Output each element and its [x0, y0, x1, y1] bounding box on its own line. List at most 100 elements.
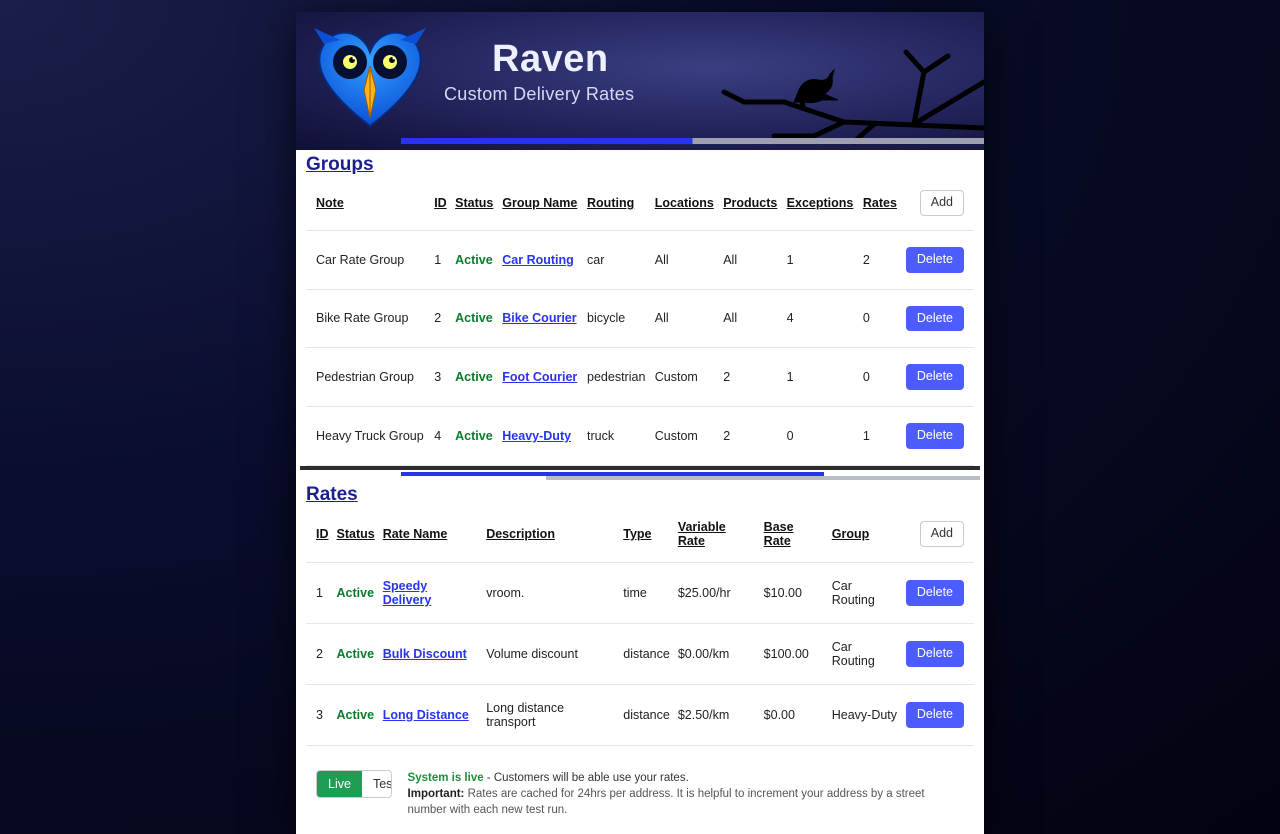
cell-rates: 1	[859, 407, 902, 466]
delete-rate-button[interactable]: Delete	[906, 641, 964, 667]
rate-name-link[interactable]: Speedy Delivery	[383, 579, 432, 607]
logo-owl-heart-icon	[306, 22, 434, 132]
cell-status: Active	[333, 562, 379, 623]
table-row: 3ActiveLong DistanceLong distance transp…	[306, 684, 974, 745]
col-status: Status	[333, 510, 379, 563]
cell-group: Car Routing	[828, 623, 902, 684]
table-row: 1ActiveSpeedy Deliveryvroom.time$25.00/h…	[306, 562, 974, 623]
add-group-button[interactable]: Add	[920, 190, 964, 216]
col-note: Note	[306, 180, 430, 230]
cell-status: Active	[451, 230, 498, 289]
col-variable-rate: Variable Rate	[674, 510, 760, 563]
cell-id: 3	[430, 348, 451, 407]
delete-group-button[interactable]: Delete	[906, 247, 964, 273]
cell-group: Heavy-Duty	[828, 684, 902, 745]
cell-base-rate: $10.00	[760, 562, 828, 623]
cell-note: Car Rate Group	[306, 230, 430, 289]
cell-status: Active	[451, 407, 498, 466]
group-name-link[interactable]: Foot Courier	[502, 370, 577, 384]
cell-id: 3	[306, 684, 333, 745]
col-description: Description	[482, 510, 619, 563]
brand-subtitle: Custom Delivery Rates	[444, 84, 634, 105]
delete-group-button[interactable]: Delete	[906, 423, 964, 449]
cell-note: Heavy Truck Group	[306, 407, 430, 466]
col-rates: Rates	[859, 180, 902, 230]
status-note-rest: Rates are cached for 24hrs per address. …	[408, 788, 925, 816]
cell-description: Long distance transport	[482, 684, 619, 745]
cell-id: 1	[430, 230, 451, 289]
table-row: 2ActiveBulk DiscountVolume discountdista…	[306, 623, 974, 684]
group-name-link[interactable]: Heavy-Duty	[502, 429, 571, 443]
cell-note: Pedestrian Group	[306, 348, 430, 407]
cell-locations: Custom	[651, 407, 719, 466]
cell-status: Active	[451, 289, 498, 348]
cell-products: All	[719, 289, 782, 348]
rate-name-link[interactable]: Bulk Discount	[383, 647, 467, 661]
cell-products: All	[719, 230, 782, 289]
status-note-bold: Important:	[408, 788, 465, 800]
cell-products: 2	[719, 407, 782, 466]
section-separator	[296, 466, 984, 480]
col-rate-name: Rate Name	[379, 510, 482, 563]
cell-variable-rate: $25.00/hr	[674, 562, 760, 623]
cell-variable-rate: $0.00/km	[674, 623, 760, 684]
cell-description: vroom.	[482, 562, 619, 623]
status-bar: Live Test System is live - Customers wil…	[304, 760, 976, 834]
delete-rate-button[interactable]: Delete	[906, 580, 964, 606]
rates-table: ID Status Rate Name Description Type Var…	[306, 510, 974, 746]
cell-rates: 2	[859, 230, 902, 289]
cell-routing: truck	[583, 407, 651, 466]
cell-variable-rate: $2.50/km	[674, 684, 760, 745]
group-name-link[interactable]: Car Routing	[502, 253, 574, 267]
col-group: Group	[828, 510, 902, 563]
table-row: Heavy Truck Group4Active Heavy-Duty truckC…	[306, 407, 974, 466]
cell-locations: Custom	[651, 348, 719, 407]
cell-id: 4	[430, 407, 451, 466]
table-row: Car Rate Group1ActiveCar RoutingcarAllAl…	[306, 230, 974, 289]
app-panel: Raven Custom Delivery Rates Groups Note	[296, 12, 984, 834]
crow-branches-icon	[664, 32, 984, 150]
cell-id: 1	[306, 562, 333, 623]
table-row: Bike Rate Group2Active Bike Courier bicycl…	[306, 289, 974, 348]
cell-base-rate: $100.00	[760, 623, 828, 684]
status-message: System is live - Customers will be able …	[408, 770, 964, 818]
cell-exceptions: 1	[783, 348, 859, 407]
status-headline-rest: - Customers will be able use your rates.	[484, 772, 689, 784]
cell-rates: 0	[859, 348, 902, 407]
cell-products: 2	[719, 348, 782, 407]
rates-title: Rates	[306, 480, 974, 510]
cell-base-rate: $0.00	[760, 684, 828, 745]
delete-rate-button[interactable]: Delete	[906, 702, 964, 728]
col-exceptions: Exceptions	[783, 180, 859, 230]
mode-test-button[interactable]: Test	[362, 771, 392, 797]
col-products: Products	[719, 180, 782, 230]
cell-type: distance	[619, 684, 674, 745]
group-name-link[interactable]: Bike Courier	[502, 311, 576, 325]
col-id: ID	[430, 180, 451, 230]
table-row: Pedestrian Group3ActiveFoot Courierpedes…	[306, 348, 974, 407]
col-status: Status	[451, 180, 498, 230]
add-rate-button[interactable]: Add	[920, 521, 964, 547]
cell-locations: All	[651, 289, 719, 348]
status-headline-bold: System is live	[408, 772, 484, 784]
cell-routing: bicycle	[583, 289, 651, 348]
cell-exceptions: 0	[783, 407, 859, 466]
cell-group: Car Routing	[828, 562, 902, 623]
cell-rates: 0	[859, 289, 902, 348]
cell-status: Active	[451, 348, 498, 407]
delete-group-button[interactable]: Delete	[906, 306, 964, 332]
groups-title: Groups	[306, 150, 974, 180]
cell-description: Volume discount	[482, 623, 619, 684]
cell-note: Bike Rate Group	[306, 289, 430, 348]
col-routing: Routing	[583, 180, 651, 230]
cell-exceptions: 4	[783, 289, 859, 348]
col-base-rate: Base Rate	[760, 510, 828, 563]
col-id: ID	[306, 510, 333, 563]
cell-locations: All	[651, 230, 719, 289]
delete-group-button[interactable]: Delete	[906, 364, 964, 390]
col-type: Type	[619, 510, 674, 563]
mode-live-button[interactable]: Live	[317, 771, 362, 797]
cell-id: 2	[430, 289, 451, 348]
cell-routing: car	[583, 230, 651, 289]
cell-status: Active	[333, 684, 379, 745]
